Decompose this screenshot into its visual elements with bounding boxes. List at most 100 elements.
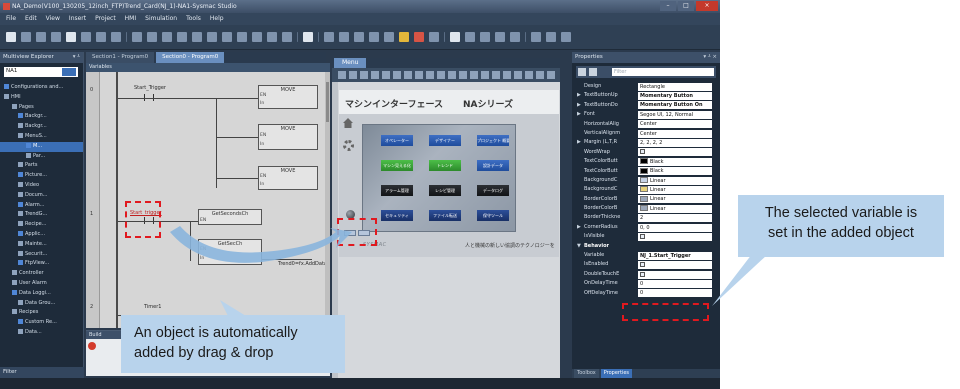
toolbar-button-icon[interactable] xyxy=(324,32,334,42)
contact-variable-label[interactable]: Start_Trigger xyxy=(134,85,166,91)
hmi-menu-button[interactable]: セキュリティ xyxy=(381,210,413,221)
menu-item[interactable]: Project xyxy=(95,13,116,25)
design-tool-icon[interactable] xyxy=(404,71,412,79)
toolbar-button-icon[interactable] xyxy=(303,32,313,42)
hmi-menu-button[interactable]: 設計データ xyxy=(477,160,509,171)
hmi-menu-button[interactable]: プロジェクト 概要 xyxy=(477,135,509,146)
design-tool-icon[interactable] xyxy=(338,71,346,79)
categorize-icon[interactable] xyxy=(578,68,586,76)
collapse-arrow-icon[interactable]: ▼ xyxy=(577,242,581,251)
toolbar-button-icon[interactable] xyxy=(450,32,460,42)
property-value[interactable]: Rectangle xyxy=(638,82,712,91)
design-tool-icon[interactable] xyxy=(371,71,379,79)
toolbar-button-icon[interactable] xyxy=(177,32,187,42)
design-tool-icon[interactable] xyxy=(382,71,390,79)
property-value[interactable] xyxy=(638,232,712,241)
tree-item[interactable]: Video xyxy=(0,181,83,191)
tree-item[interactable]: Applic... xyxy=(0,230,83,240)
expand-arrow-icon[interactable]: ▶ xyxy=(577,223,581,232)
tree-item[interactable]: Docum... xyxy=(0,191,83,201)
design-tool-icon[interactable] xyxy=(459,71,467,79)
function-block[interactable]: GetSecondsCh xyxy=(198,209,262,225)
toolbar-button-icon[interactable] xyxy=(237,32,247,42)
function-block-call[interactable]: Trend0=fx.AddData xyxy=(278,261,327,267)
variables-bar[interactable]: Variables xyxy=(86,63,330,72)
tree-item[interactable]: Alarm... xyxy=(0,201,83,211)
toolbar-button-icon[interactable] xyxy=(81,32,91,42)
tree-item[interactable]: Backgr... xyxy=(0,112,83,122)
toolbar-button-icon[interactable] xyxy=(561,32,571,42)
toolbar-button-icon[interactable] xyxy=(267,32,277,42)
tab-menu[interactable]: Menu xyxy=(334,58,367,68)
gear-icon[interactable] xyxy=(343,140,354,151)
tree-item[interactable]: TrendG... xyxy=(0,210,83,220)
function-block[interactable]: MOVE xyxy=(258,166,318,190)
tree-item[interactable]: Configurations and... xyxy=(0,83,83,93)
property-value[interactable]: 0, 0 xyxy=(638,223,712,232)
property-value[interactable]: Black xyxy=(638,167,712,176)
design-tool-icon[interactable] xyxy=(349,71,357,79)
hmi-menu-button[interactable]: トレンド xyxy=(429,160,461,171)
checkbox[interactable] xyxy=(640,271,645,277)
toolbar-button-icon[interactable] xyxy=(96,32,106,42)
toolbar-button-icon[interactable] xyxy=(465,32,475,42)
editor-tab[interactable]: Section0 - Program0 xyxy=(156,52,225,63)
home-icon[interactable] xyxy=(343,118,353,128)
hmi-menu-button[interactable]: レシピ管理 xyxy=(429,185,461,196)
property-value[interactable]: 2 xyxy=(638,214,712,223)
tree-item[interactable]: HMI xyxy=(0,93,83,103)
tree-item[interactable]: Par... xyxy=(0,152,83,162)
property-value[interactable]: 0 xyxy=(638,289,712,298)
tree-item[interactable]: Pages xyxy=(0,103,83,113)
property-value[interactable] xyxy=(638,270,712,279)
checkbox[interactable] xyxy=(640,262,645,268)
design-tool-icon[interactable] xyxy=(525,71,533,79)
toolbar-button-icon[interactable] xyxy=(222,32,232,42)
toolbar-button-icon[interactable] xyxy=(6,32,16,42)
pin-icon[interactable]: ▾ ᚆ xyxy=(73,52,80,63)
toolbar-button-icon[interactable] xyxy=(339,32,349,42)
tree-item[interactable]: Backgr... xyxy=(0,122,83,132)
tree-item[interactable]: Mainte... xyxy=(0,240,83,250)
design-tool-icon[interactable] xyxy=(547,71,555,79)
tree-item[interactable]: Custom Re... xyxy=(0,318,83,328)
toolbar-button-icon[interactable] xyxy=(21,32,31,42)
toolbar-button-icon[interactable] xyxy=(147,32,157,42)
property-value[interactable]: Linear xyxy=(638,185,712,194)
menu-item[interactable]: HMI xyxy=(125,13,136,25)
toolbar-button-icon[interactable] xyxy=(192,32,202,42)
design-tool-icon[interactable] xyxy=(448,71,456,79)
tree-item[interactable]: Picture... xyxy=(0,171,83,181)
tree-item[interactable]: Recipe... xyxy=(0,220,83,230)
menu-item[interactable]: View xyxy=(46,13,60,25)
toolbar-button-icon[interactable] xyxy=(429,32,439,42)
explorer-filter[interactable]: Filter xyxy=(0,367,84,378)
toolbar-button-icon[interactable] xyxy=(384,32,394,42)
contact-variable-label[interactable]: Timer1 xyxy=(144,304,161,310)
property-value[interactable]: NJ_1.Start_Trigger xyxy=(638,251,712,260)
property-value[interactable]: Momentary Button xyxy=(638,92,712,101)
sort-icon[interactable] xyxy=(589,68,597,76)
toolbar-button-icon[interactable] xyxy=(495,32,505,42)
toolbar-button-icon[interactable] xyxy=(51,32,61,42)
design-tool-icon[interactable] xyxy=(536,71,544,79)
menu-item[interactable]: Edit xyxy=(25,13,37,25)
design-tool-icon[interactable] xyxy=(415,71,423,79)
menu-item[interactable]: Insert xyxy=(69,13,86,25)
toolbar-button-icon[interactable] xyxy=(354,32,364,42)
menu-item[interactable]: Tools xyxy=(186,13,201,25)
property-value[interactable] xyxy=(638,261,712,270)
properties-filter-input[interactable]: Filter xyxy=(612,68,714,76)
hmi-menu-button[interactable]: ファイル転送 xyxy=(429,210,461,221)
toolbar-button-icon[interactable] xyxy=(510,32,520,42)
toolbar-button-icon[interactable] xyxy=(369,32,379,42)
toolbar-button-icon[interactable] xyxy=(111,32,121,42)
editor-tab[interactable]: Section1 - Program0 xyxy=(86,52,155,63)
ladder-editor[interactable]: Variables 0 1 2 Start_Trigger MOVE EN In… xyxy=(86,63,330,328)
function-block[interactable]: MOVE xyxy=(258,124,318,150)
device-select[interactable]: NA1 xyxy=(4,67,78,77)
design-tool-icon[interactable] xyxy=(492,71,500,79)
design-tool-icon[interactable] xyxy=(481,71,489,79)
property-value[interactable]: Momentary Button On xyxy=(638,101,712,110)
tree-item[interactable]: Recipes xyxy=(0,308,83,318)
